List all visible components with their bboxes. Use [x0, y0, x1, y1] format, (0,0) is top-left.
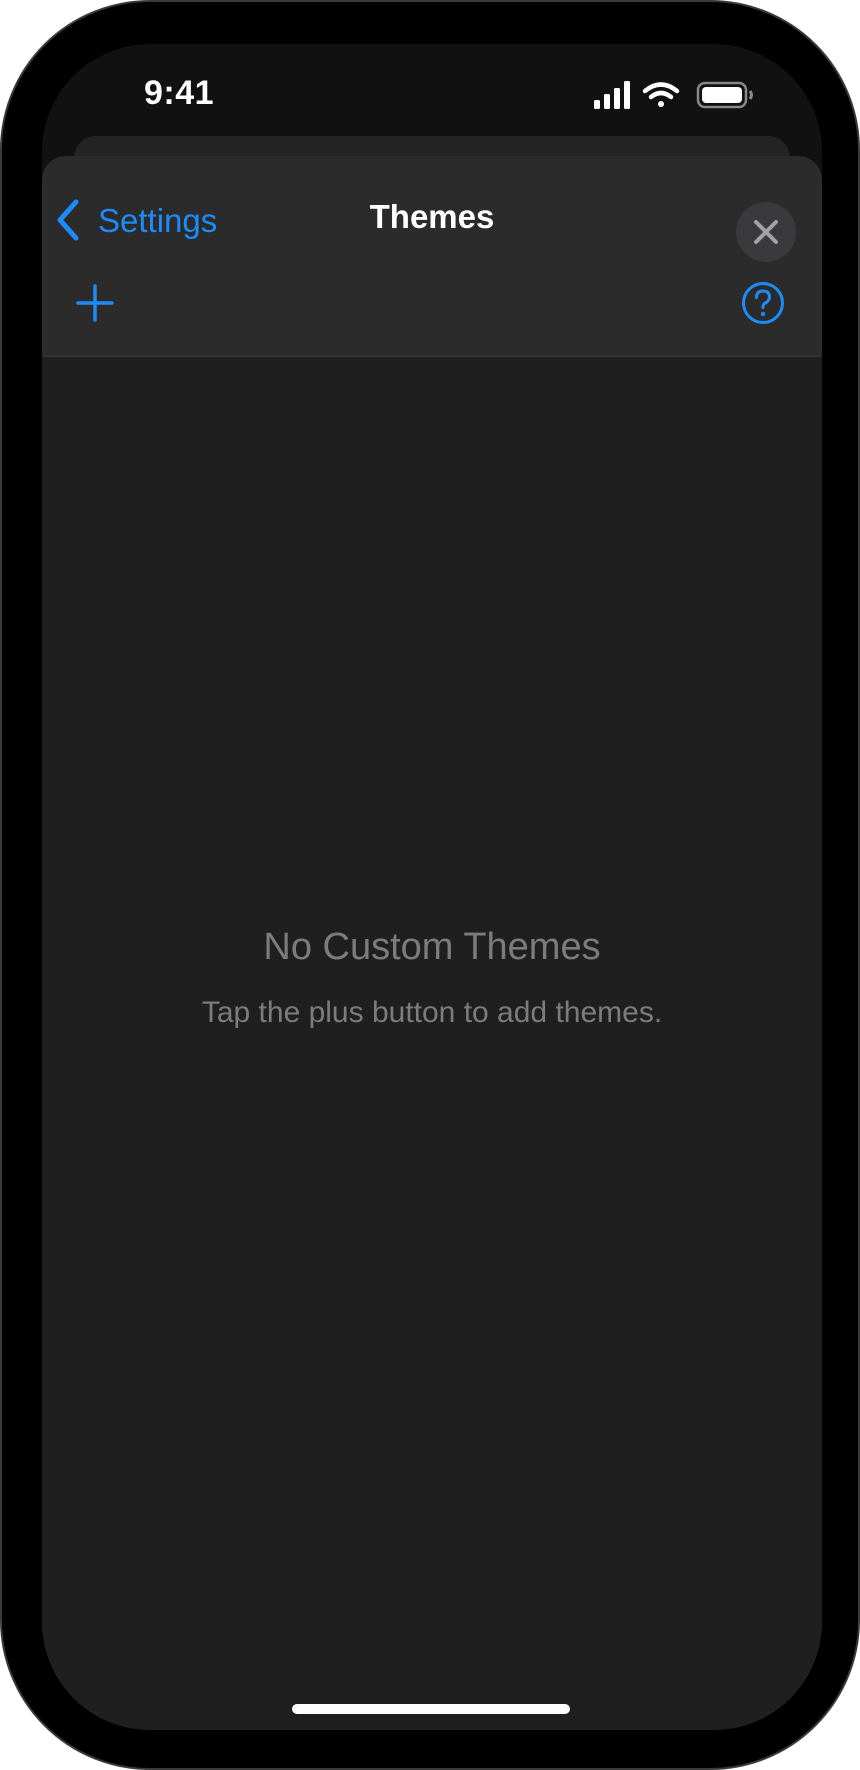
status-bar: 9:41: [42, 44, 822, 144]
plus-icon: [76, 284, 114, 322]
add-theme-button[interactable]: [72, 280, 118, 326]
help-button[interactable]: [740, 280, 786, 326]
device-frame: 9:41 Settings Themes No Custom Themes Ta…: [0, 0, 860, 1770]
question-circle-icon: [742, 282, 784, 324]
empty-state-subtitle: Tap the plus button to add themes.: [201, 996, 663, 1029]
close-button[interactable]: [736, 202, 796, 262]
battery-icon: [696, 81, 753, 109]
wifi-icon: [642, 82, 680, 107]
home-indicator[interactable]: [292, 1704, 570, 1714]
screen: 9:41 Settings Themes No Custom Themes Ta…: [42, 44, 822, 1730]
close-icon: [754, 220, 778, 244]
status-icons: [594, 81, 753, 109]
status-time: 9:41: [144, 74, 215, 112]
chevron-left-icon: [57, 199, 79, 241]
back-button[interactable]: Settings: [54, 192, 217, 248]
navigation-bar: Settings Themes: [42, 156, 822, 357]
back-button-label: Settings: [98, 201, 218, 239]
themes-sheet: Settings Themes No Custom Themes Tap the…: [42, 156, 822, 1730]
empty-state: No Custom Themes Tap the plus button to …: [42, 928, 822, 1028]
cellular-signal-icon: [594, 81, 630, 109]
empty-state-title: No Custom Themes: [263, 926, 601, 968]
